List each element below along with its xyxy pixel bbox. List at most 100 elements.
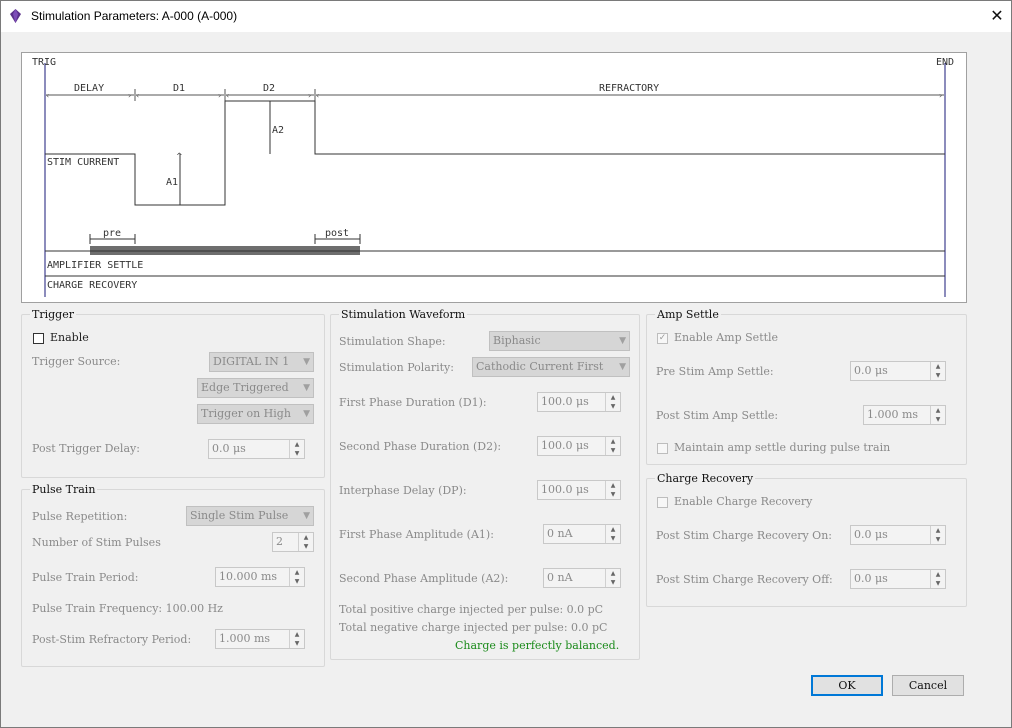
maintain-amp-settle-label: Maintain amp settle during pulse train bbox=[674, 441, 891, 454]
trigger-title: Trigger bbox=[30, 308, 76, 321]
waveform-group: Stimulation Waveform Stimulation Shape: … bbox=[330, 308, 640, 660]
close-icon[interactable]: ✕ bbox=[986, 5, 1008, 27]
post-stim-amp-settle-label: Post Stim Amp Settle: bbox=[656, 409, 779, 422]
d1-label: D1 bbox=[173, 83, 185, 94]
stim-shape-select[interactable]: Biphasic ▼ bbox=[489, 331, 630, 351]
refractory-period-input[interactable]: 1.000 ms ▲ ▼ bbox=[215, 629, 305, 649]
amp-settle-enable-checkbox[interactable]: ✓ bbox=[657, 333, 668, 344]
pulse-train-period-label: Pulse Train Period: bbox=[32, 571, 139, 584]
a2-amplitude-input[interactable]: 0 nA ▲ ▼ bbox=[543, 568, 621, 588]
pulse-repetition-label: Pulse Repetition: bbox=[32, 510, 128, 523]
spin-arrows-icon[interactable]: ▲ ▼ bbox=[289, 568, 304, 586]
pre-label: pre bbox=[103, 228, 121, 239]
pre-stim-amp-settle-input[interactable]: 0.0 μs ▲ ▼ bbox=[850, 361, 946, 381]
svg-text:^: ^ bbox=[176, 152, 183, 161]
trig-label: TRIG bbox=[32, 57, 56, 68]
charge-balance-text: Charge is perfectly balanced. bbox=[455, 639, 620, 652]
charge-recovery-off-input[interactable]: 0.0 μs ▲ ▼ bbox=[850, 569, 946, 589]
amp-settle-enable-label: Enable Amp Settle bbox=[674, 331, 779, 344]
svg-text:‹: ‹ bbox=[226, 91, 229, 100]
chevron-down-icon: ▼ bbox=[303, 511, 310, 521]
trigger-edge-select[interactable]: Edge Triggered ▼ bbox=[197, 378, 314, 398]
ok-button[interactable]: OK bbox=[811, 675, 883, 696]
title-bar: Stimulation Parameters: A-000 (A-000) ✕ bbox=[1, 1, 1011, 32]
charge-recovery-on-input[interactable]: 0.0 μs ▲ ▼ bbox=[850, 525, 946, 545]
stim-polarity-label: Stimulation Polarity: bbox=[339, 361, 454, 374]
a2-label: A2 bbox=[272, 125, 284, 136]
negative-charge-text: Total negative charge injected per pulse… bbox=[339, 621, 608, 634]
svg-text:‹: ‹ bbox=[316, 91, 319, 100]
end-label: END bbox=[936, 57, 954, 68]
chevron-down-icon: ▼ bbox=[303, 409, 310, 419]
spin-arrows-icon[interactable]: ▲ ▼ bbox=[930, 406, 945, 424]
window-title: Stimulation Parameters: A-000 (A-000) bbox=[31, 9, 238, 23]
charge-recovery-enable-label: Enable Charge Recovery bbox=[674, 495, 813, 508]
chevron-down-icon: ▼ bbox=[303, 383, 310, 393]
svg-text:›: › bbox=[939, 91, 942, 100]
d2-duration-label: Second Phase Duration (D2): bbox=[339, 440, 502, 453]
trigger-group: Trigger Enable Trigger Source: DIGITAL I… bbox=[21, 308, 325, 478]
post-label: post bbox=[325, 228, 349, 239]
pulse-train-title: Pulse Train bbox=[30, 483, 98, 496]
svg-text:›: › bbox=[308, 91, 311, 100]
stim-diagram-svg: TRIG END ‹ › ‹ › ‹ › ‹ › DELAY D1 D2 REFRAC bbox=[32, 57, 954, 297]
chevron-down-icon: ▼ bbox=[619, 362, 626, 372]
spin-arrows-icon[interactable]: ▲ ▼ bbox=[605, 481, 620, 499]
charge-recovery-on-label: Post Stim Charge Recovery On: bbox=[656, 529, 832, 542]
amp-settle-group: Amp Settle ✓ Enable Amp Settle Pre Stim … bbox=[646, 308, 967, 465]
stim-shape-label: Stimulation Shape: bbox=[339, 335, 446, 348]
a2-amplitude-label: Second Phase Amplitude (A2): bbox=[339, 572, 509, 585]
spin-arrows-icon[interactable]: ▲ ▼ bbox=[605, 525, 620, 543]
charge-recovery-title: Charge Recovery bbox=[655, 472, 756, 485]
spin-arrows-icon[interactable]: ▲ ▼ bbox=[289, 440, 304, 458]
spin-arrows-icon[interactable]: ▲ ▼ bbox=[930, 526, 945, 544]
waveform-title: Stimulation Waveform bbox=[339, 308, 468, 321]
post-trigger-delay-label: Post Trigger Delay: bbox=[32, 442, 140, 455]
d2-label: D2 bbox=[263, 83, 275, 94]
a1-label: A1 bbox=[166, 177, 178, 188]
interphase-delay-input[interactable]: 100.0 μs ▲ ▼ bbox=[537, 480, 621, 500]
trigger-polarity-select[interactable]: Trigger on High ▼ bbox=[197, 404, 314, 424]
amp-settle-row-label: AMPLIFIER SETTLE bbox=[47, 260, 143, 271]
charge-recovery-row-label: CHARGE RECOVERY bbox=[47, 280, 137, 291]
app-icon bbox=[10, 9, 21, 23]
spin-arrows-icon[interactable]: ▲ ▼ bbox=[605, 393, 620, 411]
cancel-button[interactable]: Cancel bbox=[892, 675, 964, 696]
d2-duration-input[interactable]: 100.0 μs ▲ ▼ bbox=[537, 436, 621, 456]
svg-text:‹: ‹ bbox=[46, 91, 49, 100]
pre-stim-amp-settle-label: Pre Stim Amp Settle: bbox=[656, 365, 774, 378]
a1-amplitude-label: First Phase Amplitude (A1): bbox=[339, 528, 494, 541]
trigger-source-select[interactable]: DIGITAL IN 1 ▼ bbox=[209, 352, 314, 372]
trigger-enable-label: Enable bbox=[50, 331, 89, 344]
spin-arrows-icon[interactable]: ▲ ▼ bbox=[930, 362, 945, 380]
delay-label: DELAY bbox=[74, 83, 104, 94]
charge-recovery-enable-checkbox[interactable] bbox=[657, 497, 668, 508]
post-stim-amp-settle-input[interactable]: 1.000 ms ▲ ▼ bbox=[863, 405, 946, 425]
amp-settle-title: Amp Settle bbox=[655, 308, 721, 321]
maintain-amp-settle-checkbox[interactable] bbox=[657, 443, 668, 454]
post-trigger-delay-input[interactable]: 0.0 μs ▲ ▼ bbox=[208, 439, 305, 459]
a1-amplitude-input[interactable]: 0 nA ▲ ▼ bbox=[543, 524, 621, 544]
spin-arrows-icon[interactable]: ▲ ▼ bbox=[605, 437, 620, 455]
chevron-down-icon: ▼ bbox=[303, 357, 310, 367]
pulse-train-period-input[interactable]: 10.000 ms ▲ ▼ bbox=[215, 567, 305, 587]
pulse-repetition-select[interactable]: Single Stim Pulse ▼ bbox=[186, 506, 314, 526]
spin-arrows-icon[interactable]: ▲ ▼ bbox=[605, 569, 620, 587]
stim-current-label: STIM CURRENT bbox=[47, 157, 119, 168]
trigger-enable-checkbox[interactable] bbox=[33, 333, 44, 344]
spin-arrows-icon[interactable]: ▲ ▼ bbox=[289, 630, 304, 648]
spin-arrows-icon[interactable]: ▲ ▼ bbox=[930, 570, 945, 588]
num-stim-pulses-input[interactable]: 2 ▲ ▼ bbox=[272, 532, 314, 552]
pulse-train-frequency-text: Pulse Train Frequency: 100.00 Hz bbox=[32, 602, 223, 615]
d1-duration-input[interactable]: 100.0 μs ▲ ▼ bbox=[537, 392, 621, 412]
charge-recovery-group: Charge Recovery Enable Charge Recovery P… bbox=[646, 472, 967, 607]
stim-diagram: TRIG END ‹ › ‹ › ‹ › ‹ › DELAY D1 D2 REFRAC bbox=[21, 52, 967, 303]
svg-text:›: › bbox=[218, 91, 221, 100]
d1-duration-label: First Phase Duration (D1): bbox=[339, 396, 487, 409]
chevron-down-icon: ▼ bbox=[619, 336, 626, 346]
stim-polarity-select[interactable]: Cathodic Current First ▼ bbox=[472, 357, 630, 377]
refractory-period-label: Post-Stim Refractory Period: bbox=[32, 633, 192, 646]
trigger-source-label: Trigger Source: bbox=[32, 355, 121, 368]
spin-arrows-icon[interactable]: ▲ ▼ bbox=[298, 533, 313, 551]
refractory-label: REFRACTORY bbox=[599, 83, 659, 94]
